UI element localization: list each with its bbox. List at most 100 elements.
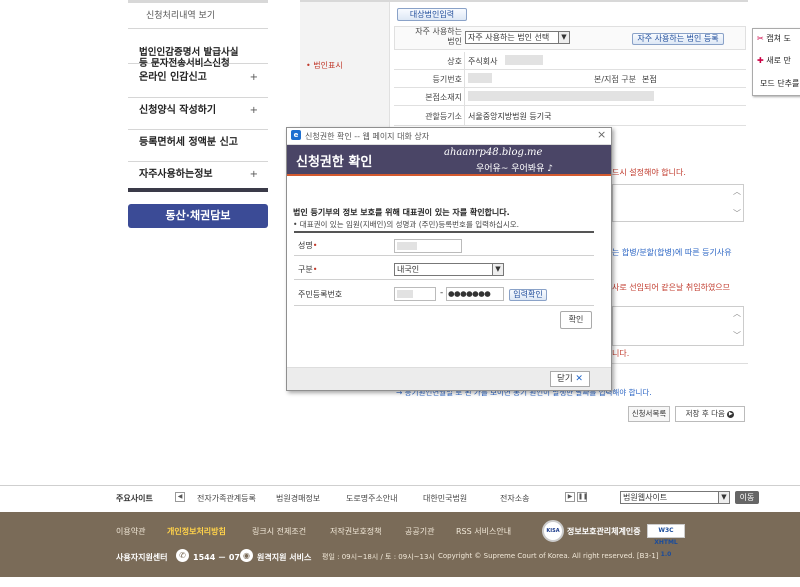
menu-item-label: 새로 만	[766, 56, 791, 65]
textarea-1[interactable]	[612, 184, 744, 222]
sidebar-top-item[interactable]: 신청처리내역 보기	[146, 8, 215, 21]
w3c-badge: W3C XHTML 1.0	[647, 524, 685, 558]
dialog-header-title: 신청권한 확인	[296, 155, 373, 170]
save-next-button[interactable]: 저장 후 다음 ▶	[675, 406, 745, 422]
button-label: 입력확인	[513, 290, 543, 299]
arrow-right-icon: ▶	[727, 410, 735, 418]
sidebar-item-sms-service[interactable]: 법인인감증명서 발급사실 등 문자전송서비스신청	[128, 36, 268, 69]
form-separator	[612, 363, 748, 364]
chevron-up-icon[interactable]: ︿	[733, 186, 741, 197]
registry-office-value: 서울중앙지방법원 등기국	[468, 112, 552, 121]
branch-value: 본점	[642, 75, 657, 84]
phone-icon: ✆	[176, 549, 189, 562]
remote-service-link[interactable]: 원격지원 서비스	[257, 552, 311, 563]
context-menu-item-new[interactable]: ✚ 새로 만	[757, 55, 791, 66]
copyright-text: Copyright © Supreme Court of Korea. All …	[438, 552, 659, 560]
favorite-company-label: 자주 사용하는 법인	[415, 27, 462, 46]
name-label: 성명•	[298, 241, 318, 250]
court-site-select[interactable]: 법원웹사이트 ▼	[620, 491, 730, 504]
footer-link-rss[interactable]: RSS 서비스안내	[456, 526, 511, 537]
target-company-input-button[interactable]: 대상법인입력	[397, 8, 467, 21]
type-select[interactable]: 내국인 ▼	[394, 263, 504, 276]
rrn-label: 주민등록번호	[298, 290, 343, 299]
dialog-description: 법인 등기부의 정보 보호를 위해 대표권이 있는 자를 확인합니다.	[293, 208, 510, 217]
sidebar-item-frequent-info[interactable]: 자주사용하는정보 +	[128, 164, 268, 192]
masked-value: ●●●●●●●	[448, 289, 491, 298]
help-center-label: 사용자지원센터	[116, 553, 168, 562]
sidebar-item-form-writing[interactable]: 신청양식 작성하기 +	[128, 100, 268, 130]
favorite-company-register-button[interactable]: 자주 사용하는 법인 등록	[632, 33, 724, 45]
expand-plus-icon[interactable]: +	[250, 68, 258, 88]
field-label: 구분	[298, 265, 313, 274]
input-confirm-button[interactable]: 입력확인	[509, 289, 547, 301]
footer-brown-band	[0, 512, 800, 577]
section-label-company: • 법인표시	[306, 61, 343, 70]
chevron-up-icon[interactable]: ︿	[733, 308, 741, 319]
close-icon[interactable]: ×	[597, 128, 606, 141]
textarea-2[interactable]	[612, 306, 744, 346]
redacted-name	[397, 242, 417, 250]
button-label: 이동	[739, 493, 755, 502]
footer-link-public[interactable]: 공공기관	[405, 526, 434, 537]
select-value: 법원웹사이트	[623, 493, 668, 502]
sidebar-item-label: 법인인감증명서 발급사실 등 문자전송서비스신청	[139, 47, 239, 69]
branch-label: 본/지점 구분	[593, 75, 636, 84]
favorite-company-select[interactable]: 자주 사용하는 법인 선택 ▼	[465, 31, 570, 44]
remote-icon: ◉	[240, 549, 253, 562]
footer-site-auction[interactable]: 법원경매정보	[276, 493, 320, 504]
chevron-down-icon[interactable]: ﹀	[733, 330, 741, 341]
rrn-second-input[interactable]: ●●●●●●●	[446, 287, 504, 301]
footer-site-court[interactable]: 대한민국법원	[423, 493, 467, 504]
service-hours: 평일 : 09시~18시 / 토 : 09시~13시	[322, 553, 435, 561]
sidebar-item-license-tax[interactable]: 등록면허세 정액분 신고	[128, 132, 268, 162]
note-must-set: 드시 설정해야 합니다.	[612, 168, 686, 177]
button-label: 닫기	[557, 374, 573, 384]
field-label: 성명	[298, 241, 313, 250]
next-site-button[interactable]: ▶	[565, 492, 575, 502]
watermark-caption: 우어유~ 우어봐유 ♪	[476, 164, 553, 174]
context-menu-item-mode[interactable]: 모드 단추를	[760, 78, 799, 89]
kisa-seal-icon: KISA	[542, 520, 564, 542]
sidebar-item-online-seal[interactable]: 온라인 인감신고 +	[128, 68, 268, 98]
context-menu-item-capture[interactable]: ✂ 캡쳐 도	[757, 33, 791, 44]
type-label: 구분•	[298, 265, 318, 274]
footer-site-family[interactable]: 전자가족관계등록	[197, 493, 256, 504]
expand-plus-icon[interactable]: +	[250, 100, 258, 122]
form-col-divider	[464, 52, 465, 126]
redacted-rrn-first	[397, 290, 413, 298]
company-name-value: 주식회사	[468, 57, 498, 66]
chevron-down-icon[interactable]: ﹀	[733, 208, 741, 219]
button-label: 대상법인입력	[409, 10, 455, 19]
expand-plus-icon[interactable]: +	[250, 164, 258, 186]
redacted-company-name	[505, 55, 543, 65]
select-value: 내국인	[397, 265, 420, 274]
movable-assets-banner[interactable]: 동산·채권담보	[128, 204, 268, 228]
cert-label: 정보보호관리체계인증	[567, 527, 641, 536]
application-list-button[interactable]: 신청서목록	[628, 406, 670, 422]
menu-item-label: 모드 단추를	[760, 79, 800, 88]
ie-icon: e	[291, 130, 301, 140]
row-label: 상호	[447, 57, 462, 66]
confirm-button[interactable]: 확인	[560, 311, 592, 329]
pause-site-button[interactable]: ❚❚	[577, 492, 588, 502]
sidebar-top-bar	[128, 0, 268, 3]
redacted-reg-number	[468, 73, 492, 83]
prev-site-button[interactable]: ◀	[175, 492, 185, 502]
new-icon: ✚	[757, 56, 764, 65]
footer-site-address[interactable]: 도로명주소안내	[346, 493, 398, 504]
row-label: 관할등기소	[425, 112, 462, 121]
close-button[interactable]: 닫기 ✕	[550, 371, 590, 387]
capture-icon: ✂	[757, 34, 764, 43]
redacted-address	[468, 91, 654, 101]
footer-topline	[0, 485, 800, 486]
footer-link-privacy[interactable]: 개인정보처리방침	[167, 526, 226, 537]
footer-link-terms[interactable]: 이용약관	[116, 526, 145, 537]
dialog-window-title: 신청권한 확인 -- 웹 페이지 대화 상자	[305, 132, 430, 141]
footer-link-link-policy[interactable]: 링크시 전제조건	[252, 526, 306, 537]
dialog-header-underline	[287, 174, 611, 176]
footer-link-copyright[interactable]: 저작권보호정책	[330, 526, 382, 537]
sidebar-divider	[128, 28, 268, 29]
sidebar-item-label: 등록면허세 정액분 신고	[139, 137, 238, 148]
footer-site-ecourt[interactable]: 전자소송	[500, 493, 529, 504]
go-button[interactable]: 이동	[735, 491, 759, 504]
